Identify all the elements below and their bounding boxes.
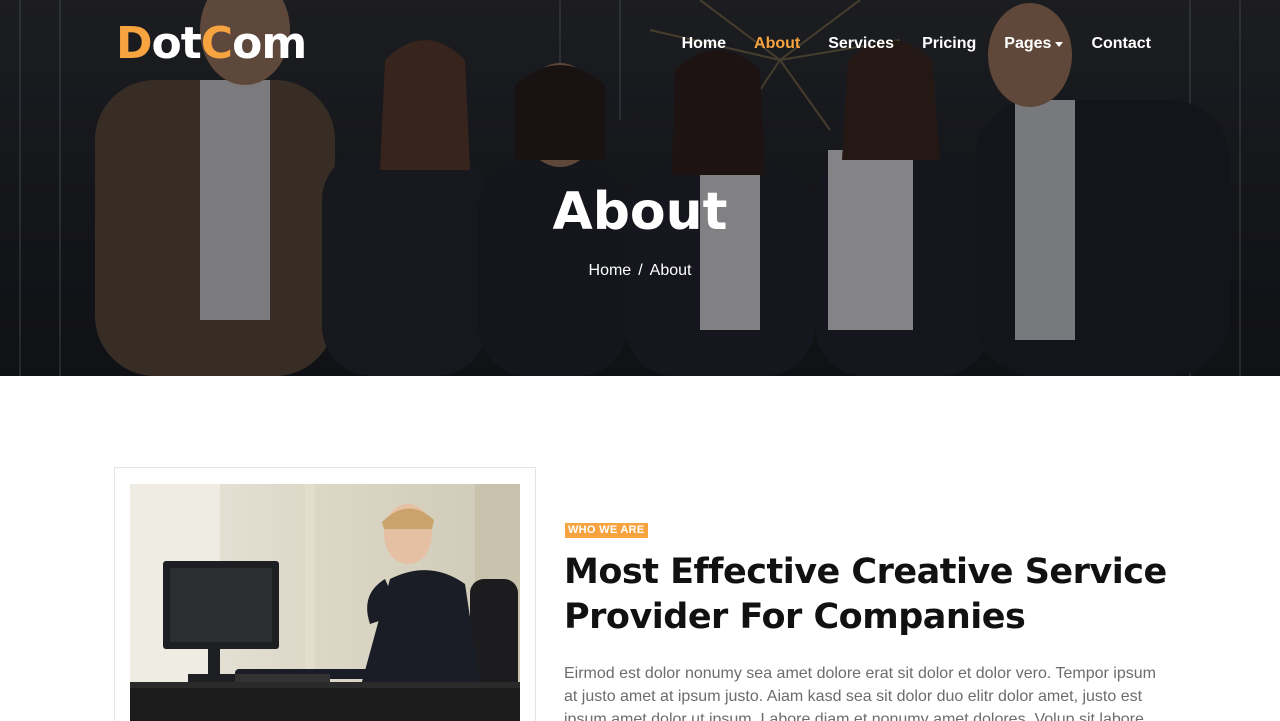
about-heading: Most Effective Creative Service Provider… — [564, 550, 1204, 640]
breadcrumb-home[interactable]: Home — [589, 262, 632, 279]
about-image — [130, 484, 520, 721]
logo-letter-d: D — [116, 18, 153, 69]
logo-letter-c: C — [200, 18, 233, 69]
nav-services[interactable]: Services — [828, 32, 894, 56]
caret-down-icon — [1055, 41, 1064, 47]
nav-home[interactable]: Home — [682, 32, 726, 56]
main-nav: Home About Services Pricing Pages Contac… — [654, 32, 1151, 56]
heading-line-1: Most Effective Creative Service — [564, 552, 1167, 592]
about-paragraph: Eirmod est dolor nonumy sea amet dolore … — [564, 665, 1156, 721]
breadcrumb: Home / About — [0, 261, 1280, 281]
logo-text-ot: ot — [151, 18, 202, 69]
page-title: About — [552, 182, 728, 242]
heading-line-2: Provider For Companies — [564, 597, 1026, 637]
section-tag: WHO WE ARE — [565, 523, 648, 538]
nav-contact[interactable]: Contact — [1091, 32, 1151, 56]
nav-pages-label: Pages — [1004, 35, 1052, 52]
breadcrumb-current: About — [649, 262, 692, 279]
nav-pricing[interactable]: Pricing — [922, 32, 976, 56]
nav-pages-dropdown[interactable]: Pages — [1004, 32, 1064, 56]
page-header: DotCom Home About Services Pricing Pages… — [0, 0, 1280, 376]
man-at-computer-illustration — [130, 484, 520, 721]
logo-text-om: om — [232, 18, 307, 69]
breadcrumb-separator: / — [638, 262, 643, 279]
brand-logo[interactable]: DotCom — [116, 18, 307, 70]
nav-about[interactable]: About — [754, 32, 800, 56]
about-image-frame — [114, 467, 536, 721]
